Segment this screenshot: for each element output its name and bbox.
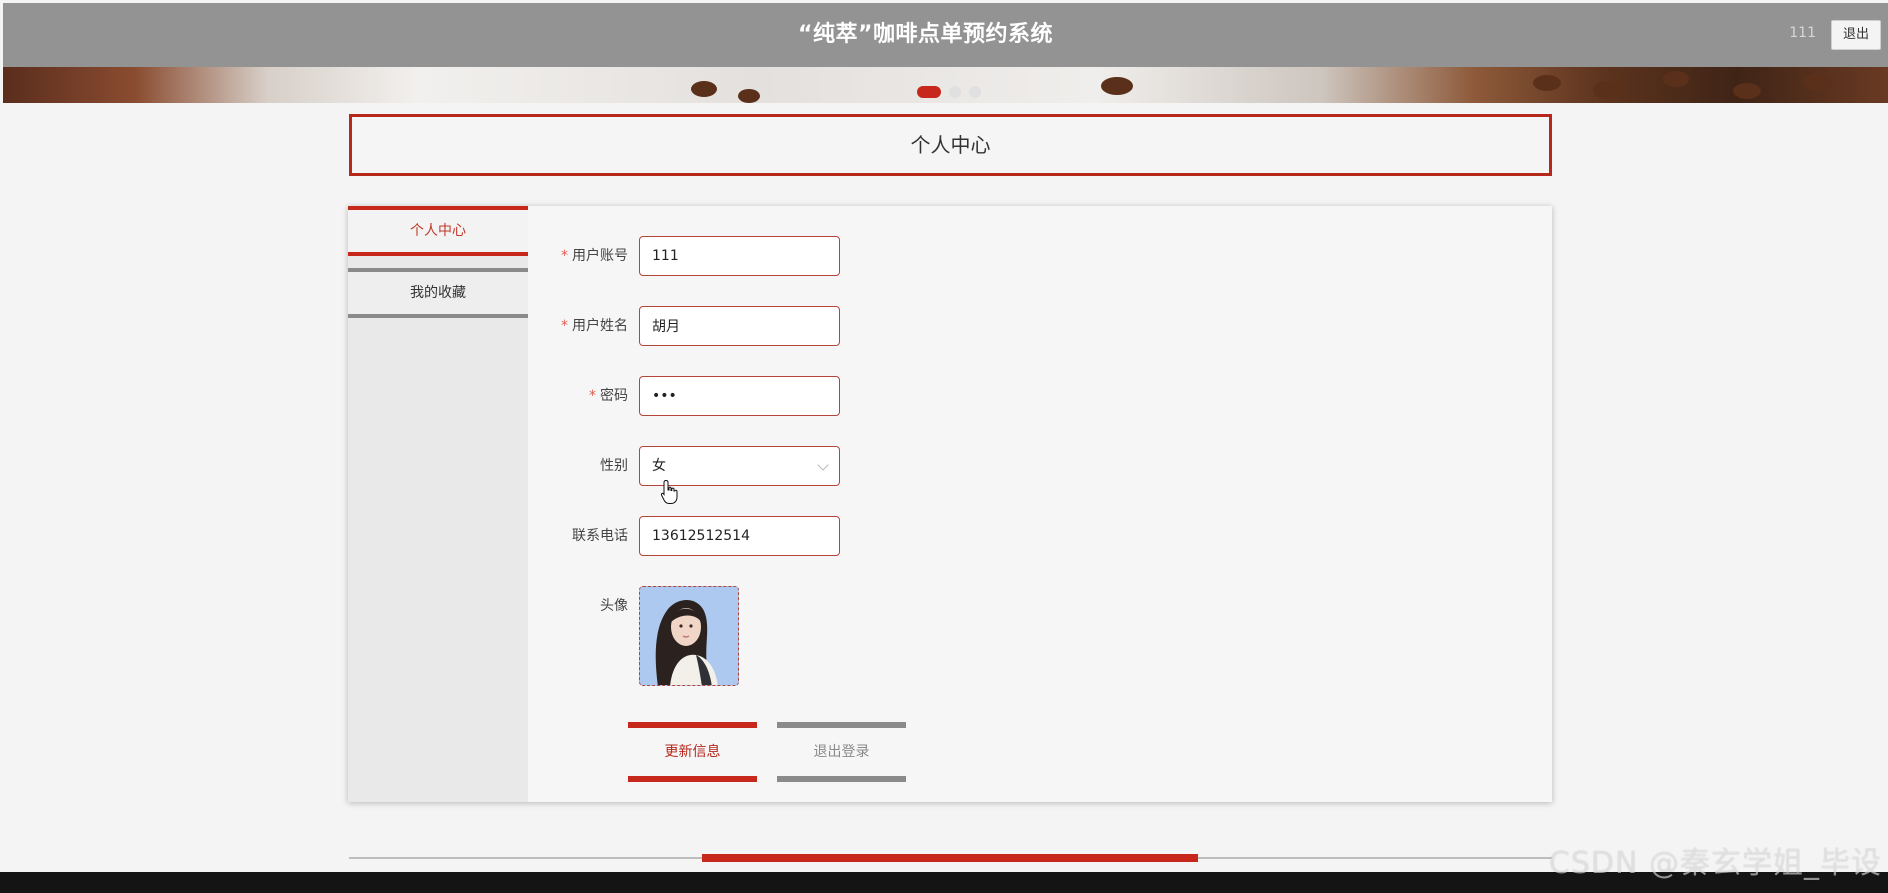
required-mark: *	[561, 248, 568, 264]
form-row-name: * 用户姓名	[528, 306, 1128, 346]
footer-divider-accent	[702, 854, 1198, 862]
page-title: 个人中心	[349, 114, 1552, 176]
password-input[interactable]	[639, 376, 840, 416]
name-label: * 用户姓名	[561, 318, 628, 334]
carousel-dot-3[interactable]	[969, 86, 981, 98]
sidebar-item-favorites[interactable]: 我的收藏	[348, 268, 528, 318]
name-input[interactable]	[639, 306, 840, 346]
phone-label: 联系电话	[572, 528, 628, 544]
form-row-avatar: 头像	[528, 586, 1128, 686]
coffee-bean-icon	[1803, 73, 1833, 91]
logout-account-button[interactable]: 退出登录	[777, 722, 906, 782]
avatar-label: 头像	[600, 598, 628, 614]
form-row-gender: 性别 女	[528, 446, 1128, 486]
coffee-bean-icon	[1593, 81, 1623, 99]
required-mark: *	[561, 318, 568, 334]
gender-label: 性别	[600, 458, 628, 474]
coffee-bean-icon	[1733, 83, 1761, 99]
avatar	[640, 587, 738, 685]
carousel-dot-1[interactable]	[917, 86, 941, 98]
gender-selected-value: 女	[652, 458, 666, 474]
top-header: “纯萃”咖啡点单预约系统 111 退出	[3, 3, 1888, 67]
chevron-down-icon	[817, 459, 829, 471]
carousel-dot-2[interactable]	[949, 86, 961, 98]
app-title: “纯萃”咖啡点单预约系统	[798, 22, 1053, 47]
form-row-password: * 密码	[528, 376, 1128, 416]
sidebar-item-profile[interactable]: 个人中心	[348, 206, 528, 256]
header-username: 111	[1789, 25, 1816, 41]
coffee-bean-icon	[1533, 75, 1561, 91]
avatar-upload[interactable]	[639, 586, 739, 686]
account-label: * 用户账号	[561, 248, 628, 264]
sidebar: 个人中心 我的收藏	[348, 206, 528, 802]
profile-card: 个人中心 我的收藏 *用户账号 *用户姓名 *密码 性别	[348, 206, 1552, 802]
phone-input[interactable]	[639, 516, 840, 556]
page: “纯萃”咖啡点单预约系统 111 退出 个人中心 个人中心 我的收藏 * 用户账号	[0, 0, 1888, 893]
required-mark: *	[589, 388, 596, 404]
coffee-bean-icon	[691, 81, 717, 97]
carousel-indicators	[917, 86, 981, 98]
coffee-bean-icon	[1663, 71, 1689, 87]
header-logout-button[interactable]: 退出	[1831, 20, 1881, 50]
update-info-button[interactable]: 更新信息	[628, 722, 757, 782]
password-label: * 密码	[589, 388, 628, 404]
form-row-account: * 用户账号	[528, 236, 1128, 276]
coffee-bean-icon	[1101, 77, 1133, 95]
account-input[interactable]	[639, 236, 840, 276]
hand-cursor-icon	[660, 479, 678, 504]
form-row-phone: 联系电话	[528, 516, 1128, 556]
watermark: CSDN @秦玄学姐_毕设	[1548, 846, 1882, 881]
coffee-bean-icon	[738, 89, 760, 103]
